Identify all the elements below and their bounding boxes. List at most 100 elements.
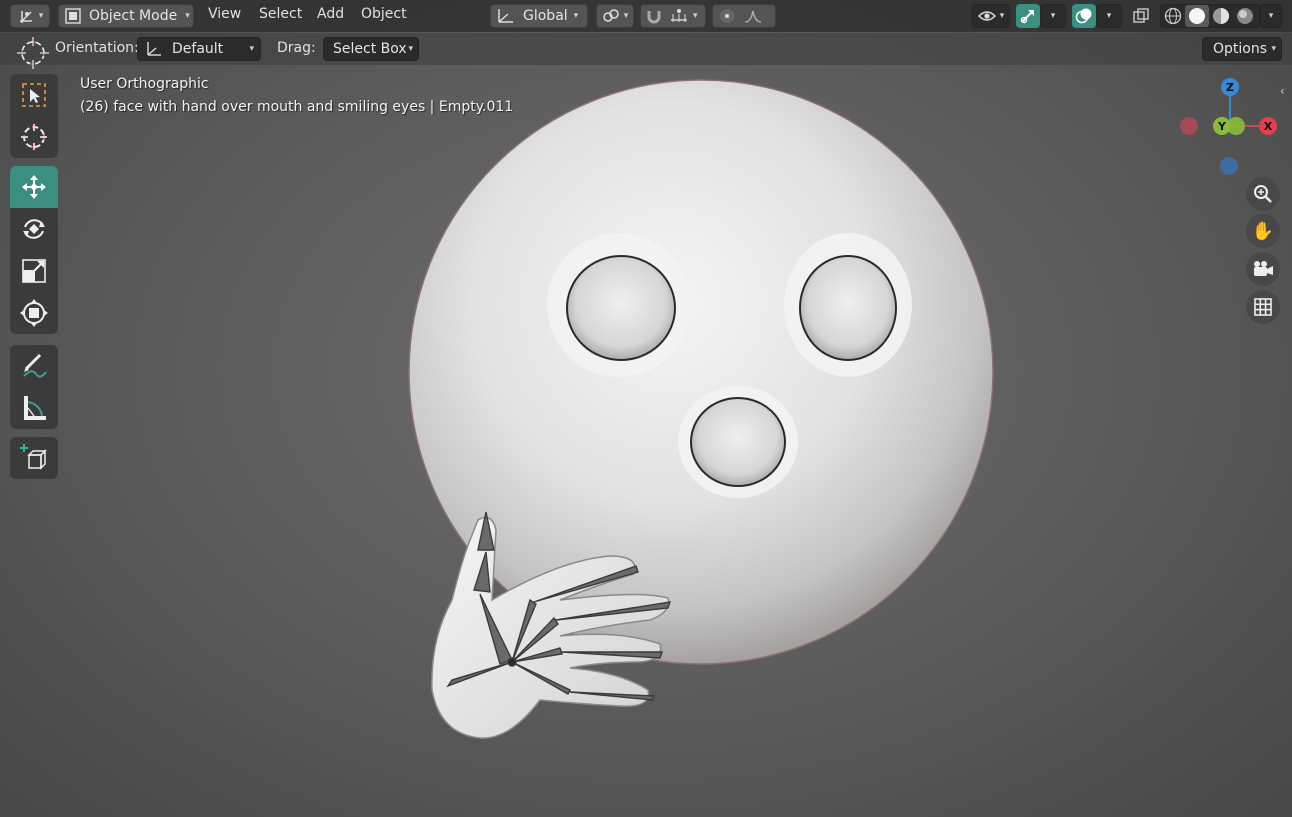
- chevron-down-icon: ▾: [1271, 44, 1276, 54]
- orientation-default-icon: [144, 40, 162, 58]
- material-preview-button[interactable]: [1209, 5, 1233, 27]
- transform-icon: [20, 299, 48, 327]
- cursor-tool-icon: [16, 36, 50, 74]
- editor-type-button[interactable]: ▾: [10, 4, 50, 28]
- tool-measure[interactable]: [10, 387, 58, 429]
- drag-label: Drag:: [277, 40, 316, 56]
- gizmo-arrow-icon: [1019, 7, 1037, 25]
- shading-options-dropdown[interactable]: ▾: [1260, 4, 1282, 28]
- zoom-button[interactable]: [1246, 177, 1280, 211]
- toolbar-add-group: [10, 437, 58, 479]
- visibility-select[interactable]: ▾: [972, 4, 1010, 28]
- neg-x-axis-handle[interactable]: [1180, 117, 1198, 135]
- tool-scale[interactable]: [10, 250, 58, 292]
- neg-y-axis-handle[interactable]: [1227, 117, 1245, 135]
- viewport-header: ▾ Object Mode ▾ View Select Add Object G…: [0, 0, 1292, 32]
- overlays-toggle-button[interactable]: [1072, 4, 1096, 28]
- toolbar-transform-group: [10, 166, 58, 334]
- menu-add[interactable]: Add: [317, 6, 344, 22]
- xray-toggle-button[interactable]: [1128, 4, 1154, 28]
- xray-icon: [1132, 7, 1150, 25]
- wireframe-shading-button[interactable]: [1161, 5, 1185, 27]
- eye-icon: [977, 9, 996, 23]
- axes-editor-icon: [17, 8, 35, 24]
- z-axis-handle[interactable]: Z: [1221, 78, 1239, 96]
- mouth: [690, 397, 786, 487]
- tool-settings-bar: Orientation: Default ▾ Drag: Select Box …: [0, 33, 1292, 69]
- tool-select-box[interactable]: [10, 74, 58, 116]
- snap-increment-icon: [669, 8, 689, 24]
- cursor-icon: [20, 123, 48, 151]
- menu-object[interactable]: Object: [361, 6, 407, 22]
- magnet-icon: [645, 7, 663, 25]
- hand-icon: ✋: [1251, 220, 1275, 242]
- mode-select[interactable]: Object Mode ▾: [58, 4, 194, 28]
- chevron-down-icon: ▾: [623, 11, 629, 21]
- proportional-editing-group[interactable]: [712, 4, 776, 28]
- tool-transform[interactable]: [10, 292, 58, 334]
- x-axis-handle[interactable]: X: [1259, 117, 1277, 135]
- 3d-viewport[interactable]: User Orthographic (26) face with hand ov…: [0, 0, 1292, 817]
- pivot-point-select[interactable]: ▾: [596, 4, 634, 28]
- tool-rotate[interactable]: [10, 208, 58, 250]
- menu-select[interactable]: Select: [259, 6, 302, 22]
- navigation-gizmo[interactable]: Z X Y: [1176, 76, 1286, 176]
- falloff-curve-icon: [743, 8, 763, 24]
- rotate-icon: [20, 215, 48, 243]
- tool-cursor[interactable]: [10, 116, 58, 158]
- overlays-icon: [1075, 7, 1093, 25]
- tool-add-cube[interactable]: [10, 437, 58, 479]
- chevron-down-icon: ▾: [693, 11, 698, 21]
- orientation-default-value: Default: [172, 41, 224, 57]
- chevron-down-icon: ▾: [38, 11, 44, 21]
- right-eye: [799, 255, 897, 361]
- proportional-edit-icon: [719, 8, 735, 24]
- snap-toggle-group[interactable]: ▾: [640, 4, 706, 28]
- drag-value: Select Box: [333, 41, 407, 57]
- toolbar-select-group: [10, 74, 58, 158]
- rendered-shading-button[interactable]: [1233, 5, 1257, 27]
- orientation-axes-icon: [495, 7, 515, 25]
- toolbar-annotate-group: [10, 345, 58, 429]
- menu-view[interactable]: View: [208, 6, 241, 22]
- shading-mode-group: [1160, 4, 1260, 28]
- add-cube-icon: [19, 443, 49, 473]
- sidebar-toggle-icon[interactable]: ‹: [1280, 84, 1285, 98]
- gizmo-options-dropdown[interactable]: ▾: [1040, 4, 1066, 28]
- pivot-link-icon: [602, 8, 620, 24]
- mode-label: Object Mode: [89, 8, 178, 24]
- face-sphere: [408, 79, 994, 665]
- tool-annotate[interactable]: [10, 345, 58, 387]
- zoom-icon: [1253, 184, 1273, 204]
- options-label: Options: [1213, 41, 1268, 57]
- orientation-label: Orientation:: [55, 40, 139, 56]
- options-dropdown[interactable]: Options ▾: [1202, 37, 1282, 61]
- chevron-down-icon: ▾: [573, 11, 579, 21]
- orientation-value: Global: [523, 8, 568, 24]
- select-box-icon: [21, 82, 47, 108]
- emoji-model[interactable]: [0, 0, 1292, 817]
- chevron-down-icon: ▾: [185, 11, 190, 21]
- object-mode-icon: [65, 8, 81, 24]
- scale-icon: [21, 258, 47, 284]
- chevron-down-icon: ▾: [1106, 11, 1112, 21]
- perspective-toggle-button[interactable]: [1246, 290, 1280, 324]
- neg-z-axis-handle[interactable]: [1220, 157, 1238, 175]
- measure-ruler-icon: [20, 394, 48, 422]
- move-icon: [20, 173, 48, 201]
- gizmo-toggle-button[interactable]: [1016, 4, 1040, 28]
- tool-move[interactable]: [10, 166, 58, 208]
- pan-button[interactable]: ✋: [1246, 214, 1280, 248]
- drag-select[interactable]: Select Box ▾: [323, 37, 419, 61]
- chevron-down-icon: ▾: [408, 44, 413, 54]
- camera-icon: [1252, 260, 1274, 278]
- chevron-down-icon: ▾: [1268, 11, 1274, 21]
- chevron-down-icon: ▾: [1050, 11, 1056, 21]
- orientation-select[interactable]: Default ▾: [137, 37, 261, 61]
- solid-shading-button[interactable]: [1185, 5, 1209, 27]
- overlays-options-dropdown[interactable]: ▾: [1096, 4, 1122, 28]
- camera-view-button[interactable]: [1246, 252, 1280, 286]
- grid-icon: [1253, 297, 1273, 317]
- transform-orientation-select[interactable]: Global ▾: [490, 4, 588, 28]
- chevron-down-icon: ▾: [249, 44, 254, 54]
